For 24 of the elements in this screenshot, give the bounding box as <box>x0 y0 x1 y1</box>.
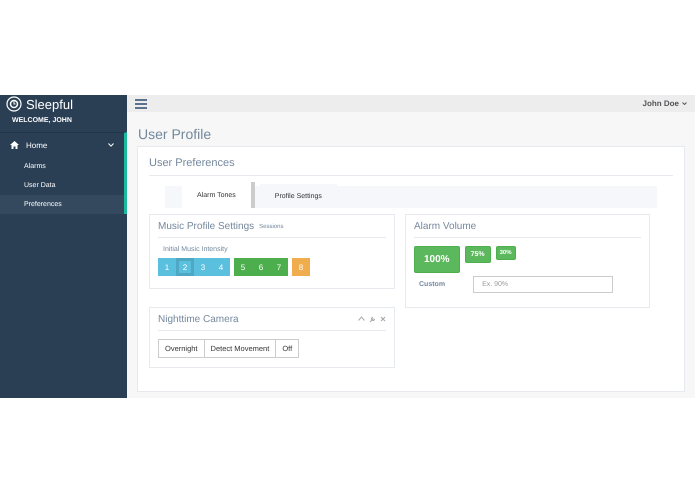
card-title: Nighttime Camera <box>158 314 239 325</box>
chevron-icon <box>108 143 114 147</box>
page-title: User Profile <box>137 125 212 144</box>
intensity-button[interactable]: 5 <box>234 258 252 276</box>
card-title: Music Profile Settings <box>158 221 254 232</box>
panel-title: User Preferences <box>149 157 673 176</box>
collapse-icon[interactable] <box>358 316 365 321</box>
home-icon <box>10 141 19 149</box>
intensity-button[interactable]: 3 <box>194 258 212 276</box>
brand-name: Sleepful <box>26 96 73 112</box>
menu-icon[interactable] <box>135 98 147 108</box>
volume-button[interactable]: 100% <box>414 246 460 273</box>
intensity-button[interactable]: 6 <box>252 258 270 276</box>
clock-logo-icon <box>6 96 22 112</box>
user-menu[interactable]: John Doe <box>642 99 679 108</box>
intensity-button[interactable]: 8 <box>292 258 310 276</box>
intensity-button[interactable]: 2 <box>176 258 194 276</box>
intensity-button[interactable]: 7 <box>270 258 288 276</box>
chevron-icon <box>682 102 687 105</box>
intensity-button[interactable]: 1 <box>158 258 176 276</box>
intensity-button[interactable]: 4 <box>212 258 230 276</box>
close-icon[interactable] <box>380 316 386 322</box>
wrench-icon[interactable] <box>369 316 376 323</box>
card-title: Alarm Volume <box>414 221 476 232</box>
